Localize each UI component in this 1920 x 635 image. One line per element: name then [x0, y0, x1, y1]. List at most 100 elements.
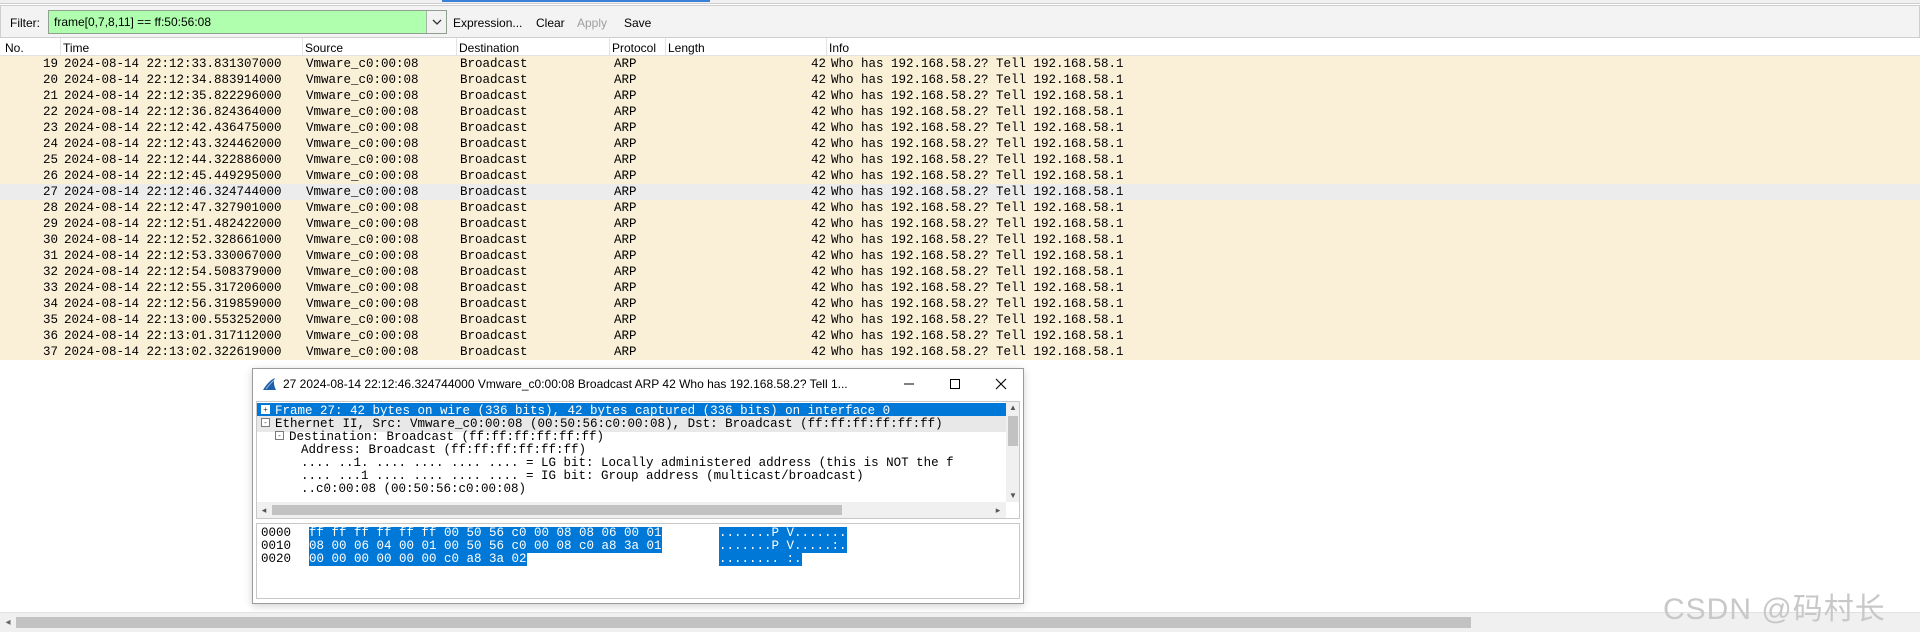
scrollbar-thumb[interactable] — [272, 505, 842, 515]
cell-no: 27 — [42, 185, 58, 199]
cell-info: Who has 192.168.58.2? Tell 192.168.58.1 — [831, 201, 1124, 215]
scroll-up-icon[interactable]: ▲ — [1006, 402, 1019, 414]
cell-length: 42 — [810, 297, 826, 311]
cell-length: 42 — [810, 73, 826, 87]
table-row[interactable]: 28 2024-08-14 22:12:47.327901000 Vmware_c0… — [0, 200, 1920, 216]
scroll-left-icon[interactable]: ◂ — [258, 504, 270, 516]
filter-dropdown-button[interactable] — [426, 11, 446, 33]
cell-info: Who has 192.168.58.2? Tell 192.168.58.1 — [831, 313, 1124, 327]
cell-protocol: ARP — [614, 233, 637, 247]
tree-horizontal-scrollbar[interactable]: ◂ ▸ — [257, 502, 1006, 518]
cell-no: 33 — [42, 281, 58, 295]
table-row[interactable]: 25 2024-08-14 22:12:44.322886000 Vmware_c0… — [0, 152, 1920, 168]
table-row[interactable]: 34 2024-08-14 22:12:56.319859000 Vmware_c0… — [0, 296, 1920, 312]
cell-protocol: ARP — [614, 89, 637, 103]
table-row[interactable]: 37 2024-08-14 22:13:02.322619000 Vmware_c0… — [0, 344, 1920, 360]
minimize-icon — [904, 383, 914, 385]
cell-protocol: ARP — [614, 121, 637, 135]
save-button[interactable]: Save — [624, 16, 651, 30]
scrollbar-thumb[interactable] — [16, 617, 1471, 628]
watermark: CSDN @码村长 — [1663, 593, 1886, 626]
window-titlebar[interactable]: 27 2024-08-14 22:12:46.324744000 Vmware_… — [253, 369, 1023, 399]
cell-info: Who has 192.168.58.2? Tell 192.168.58.1 — [831, 297, 1124, 311]
packet-list-horizontal-scrollbar[interactable]: ◂ — [0, 612, 1920, 632]
cell-source: Vmware_c0:00:08 — [306, 313, 419, 327]
packet-details-tree[interactable]: + Frame 27: 42 bytes on wire (336 bits), … — [256, 401, 1020, 519]
cell-no: 22 — [42, 105, 58, 119]
minimize-button[interactable] — [886, 369, 932, 399]
cell-source: Vmware_c0:00:08 — [306, 233, 419, 247]
cell-protocol: ARP — [614, 105, 637, 119]
column-header-source[interactable]: Source — [305, 41, 343, 55]
collapse-icon[interactable]: - — [275, 431, 284, 441]
table-row[interactable]: 32 2024-08-14 22:12:54.508379000 Vmware_c0… — [0, 264, 1920, 280]
table-row[interactable]: 35 2024-08-14 22:13:00.553252000 Vmware_c0… — [0, 312, 1920, 328]
cell-length: 42 — [810, 313, 826, 327]
cell-info: Who has 192.168.58.2? Tell 192.168.58.1 — [831, 329, 1124, 343]
collapse-icon[interactable]: - — [261, 418, 270, 428]
filter-label: Filter: — [10, 16, 40, 30]
clear-button[interactable]: Clear — [536, 16, 565, 30]
wireshark-fin-icon — [263, 378, 276, 390]
table-row[interactable]: 20 2024-08-14 22:12:34.883914000 Vmware_c0… — [0, 72, 1920, 88]
scroll-down-icon[interactable]: ▼ — [1006, 490, 1019, 502]
column-divider[interactable] — [609, 38, 610, 56]
table-row[interactable]: 23 2024-08-14 22:12:42.436475000 Vmware_c0… — [0, 120, 1920, 136]
column-header-protocol[interactable]: Protocol — [612, 41, 656, 55]
cell-time: 2024-08-14 22:12:44.322886000 — [64, 153, 282, 167]
column-header-time[interactable]: Time — [63, 41, 89, 55]
column-divider[interactable] — [302, 38, 303, 56]
column-header-info[interactable]: Info — [829, 41, 849, 55]
close-button[interactable] — [978, 369, 1024, 399]
cell-source: Vmware_c0:00:08 — [306, 201, 419, 215]
cell-destination: Broadcast — [460, 121, 528, 135]
table-row[interactable]: 31 2024-08-14 22:12:53.330067000 Vmware_c0… — [0, 248, 1920, 264]
cell-no: 35 — [42, 313, 58, 327]
column-divider[interactable] — [456, 38, 457, 56]
display-filter-input[interactable] — [49, 11, 426, 33]
cell-info: Who has 192.168.58.2? Tell 192.168.58.1 — [831, 153, 1124, 167]
cell-length: 42 — [810, 345, 826, 359]
table-row[interactable]: 36 2024-08-14 22:13:01.317112000 Vmware_c0… — [0, 328, 1920, 344]
cell-length: 42 — [810, 89, 826, 103]
cell-destination: Broadcast — [460, 345, 528, 359]
table-row[interactable]: 24 2024-08-14 22:12:43.324462000 Vmware_c0… — [0, 136, 1920, 152]
scroll-left-icon[interactable]: ◂ — [2, 616, 14, 630]
tree-vertical-scrollbar[interactable]: ▲ ▼ — [1006, 402, 1019, 502]
scroll-right-icon[interactable]: ▸ — [992, 504, 1004, 516]
table-row[interactable]: 30 2024-08-14 22:12:52.328661000 Vmware_c0… — [0, 232, 1920, 248]
column-header-destination[interactable]: Destination — [459, 41, 519, 55]
column-divider[interactable] — [665, 38, 666, 56]
column-header-no[interactable]: No. — [5, 41, 24, 55]
table-row[interactable]: 19 2024-08-14 22:12:33.831307000 Vmware_c0… — [0, 56, 1920, 72]
table-row[interactable]: 29 2024-08-14 22:12:51.482422000 Vmware_c0… — [0, 216, 1920, 232]
apply-button[interactable]: Apply — [577, 16, 607, 30]
table-row[interactable]: 22 2024-08-14 22:12:36.824364000 Vmware_c0… — [0, 104, 1920, 120]
packet-bytes-pane[interactable]: 0000 ff ff ff ff ff ff 00 50 56 c0 00 08 … — [256, 523, 1020, 599]
column-divider[interactable] — [60, 38, 61, 56]
tree-item[interactable]: ..c0:00:08 (00:50:56:c0:00:08) — [257, 481, 526, 497]
cell-time: 2024-08-14 22:12:36.824364000 — [64, 105, 282, 119]
cell-protocol: ARP — [614, 345, 637, 359]
cell-length: 42 — [810, 105, 826, 119]
column-divider[interactable] — [826, 38, 827, 56]
cell-length: 42 — [810, 217, 826, 231]
cell-info: Who has 192.168.58.2? Tell 192.168.58.1 — [831, 89, 1124, 103]
cell-length: 42 — [810, 201, 826, 215]
filter-combobox[interactable] — [48, 10, 447, 34]
cell-protocol: ARP — [614, 137, 637, 151]
table-row[interactable]: 33 2024-08-14 22:12:55.317206000 Vmware_c0… — [0, 280, 1920, 296]
table-row[interactable]: 27 2024-08-14 22:12:46.324744000 Vmware_c0… — [0, 184, 1920, 200]
cell-no: 37 — [42, 345, 58, 359]
column-header-length[interactable]: Length — [668, 41, 705, 55]
maximize-button[interactable] — [932, 369, 978, 399]
packet-detail-window: 27 2024-08-14 22:12:46.324744000 Vmware_… — [252, 368, 1024, 604]
scrollbar-thumb[interactable] — [1008, 416, 1018, 446]
cell-time: 2024-08-14 22:12:47.327901000 — [64, 201, 282, 215]
table-row[interactable]: 21 2024-08-14 22:12:35.822296000 Vmware_c0… — [0, 88, 1920, 104]
expression-button[interactable]: Expression... — [453, 16, 522, 30]
table-row[interactable]: 26 2024-08-14 22:12:45.449295000 Vmware_c0… — [0, 168, 1920, 184]
cell-time: 2024-08-14 22:12:56.319859000 — [64, 297, 282, 311]
cell-protocol: ARP — [614, 57, 637, 71]
expand-icon[interactable]: + — [261, 405, 270, 415]
